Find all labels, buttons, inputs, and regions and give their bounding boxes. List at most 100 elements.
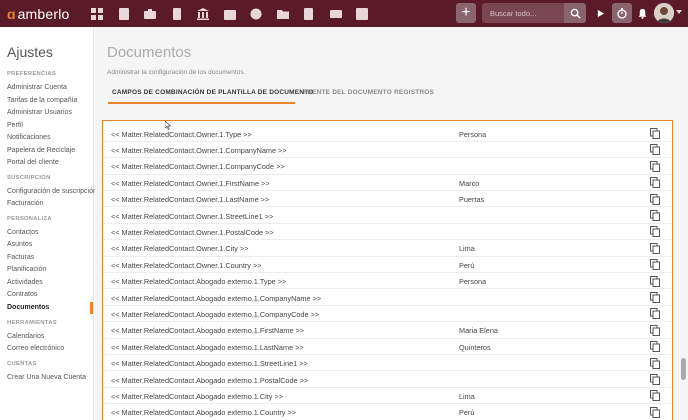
module-nav [84,0,376,27]
copy-icon[interactable] [650,406,660,418]
document-edit-nav-button[interactable] [296,0,323,27]
table-row: << Matter.RelatedContact.Owner.1.PostalC… [103,224,671,241]
sidebar-section-preferencias: PREFERENCIAS [7,71,57,77]
sidebar-item[interactable]: Calendarios [7,333,44,340]
page-title: Documentos [107,44,192,61]
sidebar-item[interactable]: Contactos [7,229,39,236]
sidebar-item[interactable]: Configuración de suscripción [7,188,97,195]
merge-field-name: << Matter.RelatedContact.Owner.1.LastNam… [111,195,270,205]
sidebar-item[interactable]: Papelera de Reciclaje [7,147,75,154]
briefcase-nav-button[interactable] [137,0,164,27]
sidebar-item[interactable]: Documentos [7,304,49,311]
stopwatch-icon [617,8,627,19]
copy-icon[interactable] [650,390,660,402]
sidebar-item[interactable]: Contratos [7,291,37,298]
merge-fields-panel: << Matter.RelatedContact.Owner.1.Type >>… [102,120,673,420]
calendar-nav-button[interactable] [217,0,244,27]
search-input[interactable] [482,3,564,23]
copy-icon[interactable] [650,259,660,271]
invoice-nav-button[interactable] [164,0,191,27]
bank-nav-button[interactable] [190,0,217,27]
table-row: << Matter.RelatedContact.Abogado externo… [103,355,671,372]
merge-field-name: << Matter.RelatedContact.Owner.1.FirstNa… [111,178,270,188]
sidebar-item[interactable]: Facturación [7,200,44,207]
table-row: << Matter.RelatedContact.Abogado externo… [103,290,671,306]
copy-icon[interactable] [650,242,660,254]
active-item-indicator [90,302,93,314]
merge-field-name: << Matter.RelatedContact.Abogado externo… [111,359,308,369]
tab-merge-fields[interactable]: CAMPOS DE COMBINACIÓN DE PLANTILLA DE DO… [112,89,314,96]
mail-icon [329,9,342,18]
copy-icon[interactable] [650,160,660,172]
copy-icon[interactable] [650,308,660,320]
copy-icon[interactable] [650,177,660,189]
mouse-cursor-icon [165,121,171,130]
copy-icon[interactable] [650,374,660,385]
copy-icon[interactable] [650,357,660,369]
notifications-button[interactable] [634,3,650,23]
contacts-nav-button[interactable] [111,0,138,27]
start-timer-button[interactable] [590,3,610,23]
copy-icon[interactable] [650,292,660,303]
merge-field-name: << Matter.RelatedContact.Abogado externo… [111,408,296,418]
timer-button[interactable] [612,3,632,23]
document-edit-icon [304,7,314,20]
user-avatar[interactable] [654,3,674,23]
page-subtitle: Administrar la configuración de los docu… [107,69,246,76]
sidebar-item[interactable]: Planificación [7,266,46,273]
sidebar-item[interactable]: Crear Una Nueva Cuenta [7,374,86,381]
search-button[interactable] [564,3,586,23]
tab-document-source[interactable]: FUENTE DEL DOCUMENTO [303,89,392,96]
sidebar-item[interactable]: Correo electrónico [7,345,64,352]
sidebar-item[interactable]: Perfil [7,122,23,129]
merge-field-name: << Matter.RelatedContact.Abogado externo… [111,277,287,287]
merge-field-name: << Matter.RelatedContact.Abogado externo… [111,309,320,319]
copy-icon[interactable] [650,341,660,353]
table-row: << Matter.RelatedContact.Abogado externo… [103,273,671,290]
merge-field-value: Maria Elena [459,326,498,336]
bank-icon [197,7,210,20]
reports-icon [356,7,369,20]
contacts-icon [118,7,129,20]
app-logo[interactable]: ɑ amberlo [0,6,84,22]
tab-logs[interactable]: REGISTROS [394,89,434,96]
add-new-button[interactable]: + [456,3,476,23]
sidebar-item[interactable]: Administrar Cuenta [7,84,67,91]
copy-icon[interactable] [650,324,660,336]
sidebar-item[interactable]: Facturas [7,254,34,261]
reports-nav-button[interactable] [349,0,376,27]
invoice-icon [172,7,181,20]
logo-text: amberlo [17,5,70,22]
copy-icon[interactable] [650,210,660,221]
scrollbar-thumb[interactable] [681,358,686,380]
copy-icon[interactable] [650,193,660,205]
copy-icon[interactable] [650,128,660,139]
user-menu-chevron-down-icon[interactable] [676,10,682,14]
table-row: << Matter.RelatedContact.Abogado externo… [103,404,671,420]
table-row: << Matter.RelatedContact.Abogado externo… [103,388,671,405]
table-row: << Matter.RelatedContact.Owner.1.City >>… [103,240,671,257]
merge-field-name: << Matter.RelatedContact.Owner.1.Company… [111,162,285,172]
sidebar-item[interactable]: Notificaciones [7,134,51,141]
mail-nav-button[interactable] [323,0,350,27]
copy-icon[interactable] [650,144,660,156]
sidebar-item[interactable]: Portal del cliente [7,159,59,166]
history-nav-button[interactable] [243,0,270,27]
copy-icon[interactable] [650,226,660,238]
merge-field-name: << Matter.RelatedContact.Owner.1.Company… [111,145,287,155]
user-photo-icon [654,3,674,23]
dashboard-nav-button[interactable] [84,0,111,27]
copy-icon[interactable] [650,275,660,287]
merge-field-name: << Matter.RelatedContact.Owner.1.City >> [111,244,249,254]
sidebar-item[interactable]: Asuntos [7,241,32,248]
merge-field-value: Marco [459,178,480,188]
sidebar-item[interactable]: Actividades [7,279,43,286]
table-row: << Matter.RelatedContact.Abogado externo… [103,339,671,356]
search-icon [570,8,581,19]
settings-sidebar: Ajustes PREFERENCIAS Administrar Cuenta Ta… [0,27,97,420]
merge-field-value: Lima [459,244,475,254]
sidebar-item[interactable]: Administrar Usuarios [7,109,72,116]
sidebar-item[interactable]: Tarifas de la compañía [7,97,77,104]
folder-nav-button[interactable] [270,0,297,27]
merge-field-value: Persona [459,129,487,139]
